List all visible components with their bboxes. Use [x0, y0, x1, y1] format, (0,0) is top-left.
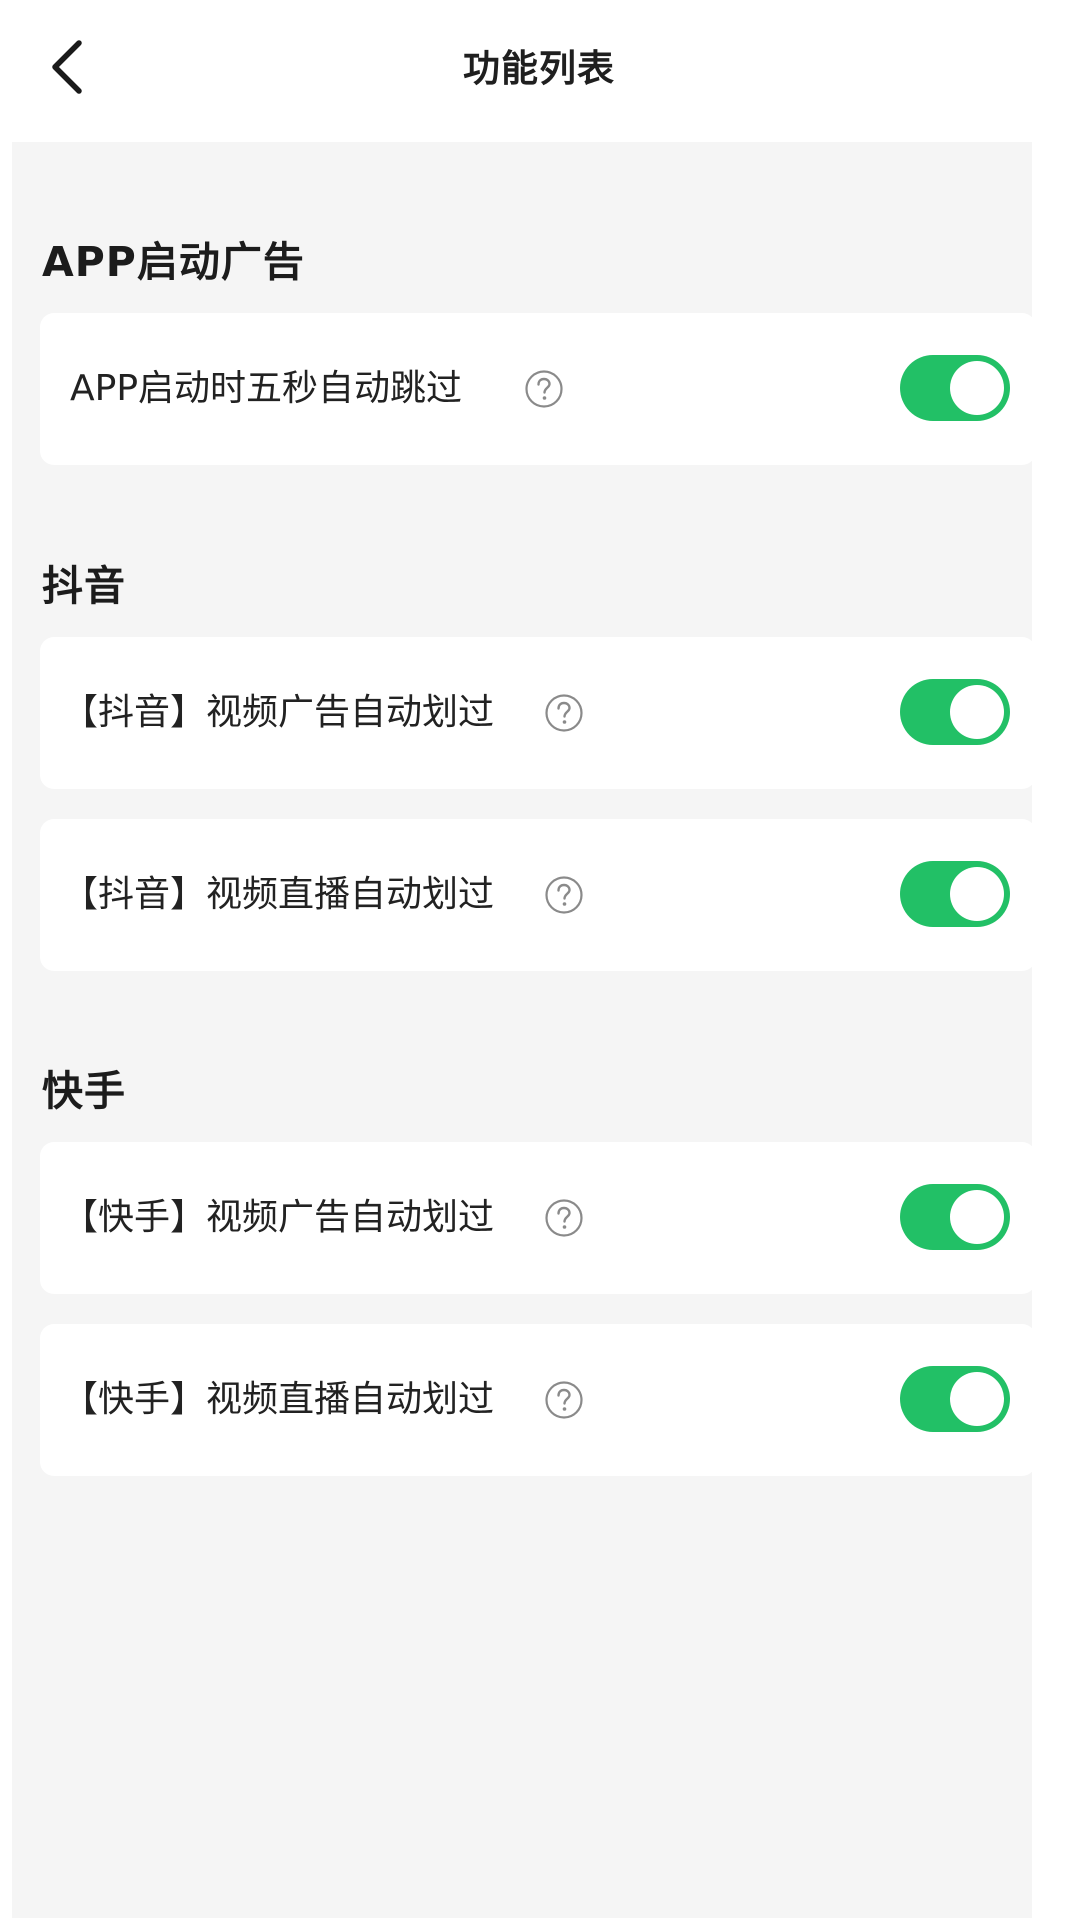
toggle-knob	[950, 867, 1004, 921]
feature-label: APP启动时五秒自动跳过	[70, 368, 463, 409]
section-title-douyin: 抖音	[42, 562, 126, 610]
feature-card-app-skip: APP启动时五秒自动跳过	[40, 313, 1036, 465]
question-circle-icon[interactable]	[524, 369, 564, 409]
section-title-kuaishou: 快手	[42, 1067, 126, 1115]
page-title: 功能列表	[463, 47, 615, 90]
toggle-switch-douyin-ad[interactable]	[900, 679, 1010, 745]
question-circle-icon[interactable]	[544, 693, 584, 733]
toggle-knob	[950, 685, 1004, 739]
question-circle-icon[interactable]	[544, 1198, 584, 1238]
top-bar: 功能列表	[0, 0, 1078, 142]
feature-label: 【快手】视频广告自动划过	[62, 1197, 495, 1238]
toggle-knob	[950, 1372, 1004, 1426]
feature-card-kuaishou-ad: 【快手】视频广告自动划过	[40, 1142, 1036, 1294]
question-circle-icon[interactable]	[544, 1380, 584, 1420]
feature-label: 【抖音】视频广告自动划过	[62, 692, 495, 733]
toggle-switch-app-skip[interactable]	[900, 355, 1010, 421]
feature-card-kuaishou-live: 【快手】视频直播自动划过	[40, 1324, 1036, 1476]
feature-card-douyin-live: 【抖音】视频直播自动划过	[40, 819, 1036, 971]
question-circle-icon[interactable]	[544, 875, 584, 915]
toggle-knob	[950, 1190, 1004, 1244]
toggle-switch-kuaishou-live[interactable]	[900, 1366, 1010, 1432]
toggle-knob	[950, 361, 1004, 415]
toggle-switch-kuaishou-ad[interactable]	[900, 1184, 1010, 1250]
toggle-switch-douyin-live[interactable]	[900, 861, 1010, 927]
feature-label: 【抖音】视频直播自动划过	[62, 874, 495, 915]
feature-card-douyin-ad: 【抖音】视频广告自动划过	[40, 637, 1036, 789]
feature-label: 【快手】视频直播自动划过	[62, 1379, 495, 1420]
feature-list: APP启动广告 APP启动时五秒自动跳过 抖音 【抖音】视频广告自动划过 【抖音…	[0, 142, 1078, 1918]
section-title-app-ad: APP启动广告	[42, 238, 305, 286]
